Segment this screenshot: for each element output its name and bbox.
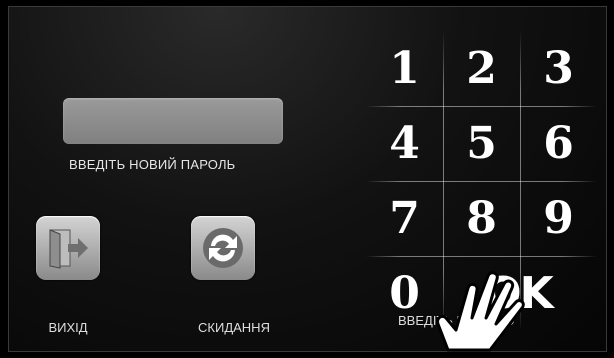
key-8[interactable]: 8: [443, 181, 520, 256]
key-1[interactable]: 1: [366, 31, 443, 106]
key-7[interactable]: 7: [366, 181, 443, 256]
reset-label: СКИДАННЯ: [198, 320, 270, 335]
reset-arrows-icon: [203, 228, 243, 268]
key-5[interactable]: 5: [443, 106, 520, 181]
password-hint: ВВЕДІТЬ НОВИЙ ПАРОЛЬ: [69, 157, 236, 172]
key-4[interactable]: 4: [366, 106, 443, 181]
key-3[interactable]: 3: [520, 31, 597, 106]
hand-pointer-icon: [436, 271, 525, 352]
key-6[interactable]: 6: [520, 106, 597, 181]
exit-door-icon: [49, 229, 88, 269]
exit-button[interactable]: [36, 216, 100, 280]
password-field[interactable]: [63, 98, 283, 144]
key-9[interactable]: 9: [520, 181, 597, 256]
key-2[interactable]: 2: [443, 31, 520, 106]
reset-button[interactable]: [191, 216, 255, 280]
exit-label: ВИХІД: [48, 320, 88, 335]
